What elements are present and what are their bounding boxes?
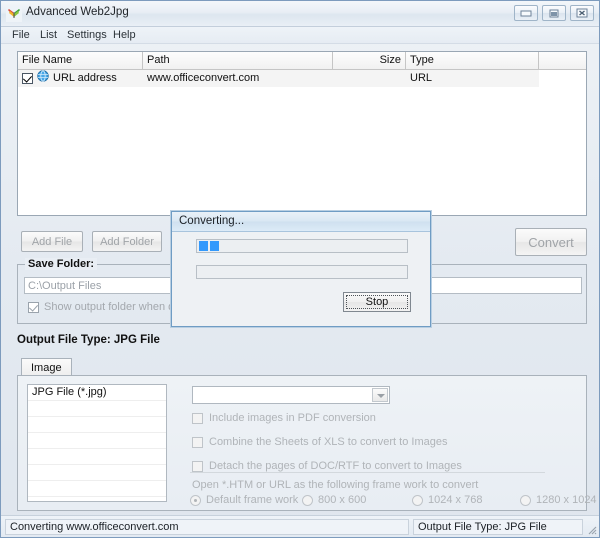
list-item-empty-2 — [28, 417, 166, 433]
add-folder-button[interactable]: Add Folder — [92, 231, 162, 252]
window-controls — [514, 5, 594, 21]
include-images-pdf-checkbox-box[interactable] — [192, 412, 203, 424]
add-file-button[interactable]: Add File — [21, 231, 83, 252]
close-button[interactable] — [570, 5, 594, 21]
tab-strip: Image — [21, 358, 587, 376]
radio-1024x768[interactable]: 1024 x 768 — [412, 494, 482, 506]
menu-bar: File List Settings Help — [1, 27, 599, 44]
convert-button[interactable]: Convert — [515, 228, 587, 256]
radio-default-frame-work[interactable]: Default frame work — [190, 494, 298, 506]
column-header-type[interactable]: Type — [406, 52, 539, 69]
status-bar-output-type: Output File Type: JPG File — [413, 519, 583, 535]
image-tab-panel: JPG File (*.jpg) Include images in PDF c… — [17, 375, 597, 511]
detach-doc-pages-label: Detach the pages of DOC/RTF to convert t… — [209, 460, 462, 472]
save-folder-legend: Save Folder: — [25, 258, 98, 270]
cell-spacer — [539, 70, 586, 87]
progress-bar-primary — [196, 239, 408, 253]
radio-800x600-label: 800 x 600 — [318, 494, 367, 506]
detach-doc-pages-checkbox-box[interactable] — [192, 460, 203, 472]
maximize-button[interactable] — [542, 5, 566, 21]
combine-xls-sheets-checkbox[interactable]: Combine the Sheets of XLS to convert to … — [192, 436, 447, 448]
progress-bar-secondary — [196, 265, 408, 279]
frame-work-label: Open *.HTM or URL as the following frame… — [192, 479, 479, 491]
radio-default-frame-work-label: Default frame work — [206, 494, 299, 506]
frame-work-radio-group: Default frame work 800 x 600 1024 x 768 … — [190, 494, 597, 508]
show-output-folder-checkbox[interactable]: Show output folder when done — [28, 301, 193, 313]
include-images-pdf-label: Include images in PDF conversion — [209, 412, 376, 424]
row-checkbox[interactable] — [22, 73, 33, 84]
column-header-path[interactable]: Path — [143, 52, 333, 69]
stop-button-label: Stop — [365, 296, 389, 308]
quality-combo-box[interactable] — [192, 386, 390, 404]
radio-1280x1024-label: 1280 x 1024 — [536, 494, 597, 506]
application-window: Advanced Web2Jpg File List Settings Help… — [0, 0, 600, 538]
output-file-type-label: Output File Type: JPG File — [17, 334, 160, 346]
globe-url-icon — [37, 70, 49, 87]
file-list[interactable]: File Name Path Size Type URL address www… — [17, 51, 587, 216]
list-item-empty-6 — [28, 481, 166, 497]
progress-block — [210, 241, 219, 251]
chevron-down-icon[interactable] — [372, 388, 388, 402]
window-title: Advanced Web2Jpg — [26, 6, 129, 18]
table-row[interactable]: URL address www.officeconvert.com URL — [18, 70, 586, 87]
list-item-empty-1 — [28, 401, 166, 417]
cell-type: URL — [410, 72, 433, 84]
radio-1280x1024[interactable]: 1280 x 1024 — [520, 494, 597, 506]
radio-1024x768-label: 1024 x 768 — [428, 494, 483, 506]
dialog-title-bar: Converting... — [172, 212, 430, 232]
menu-item-settings[interactable]: Settings — [62, 29, 112, 41]
radio-1280x1024-dot[interactable] — [520, 494, 531, 506]
dialog-title: Converting... — [179, 215, 245, 227]
show-output-folder-checkbox-box[interactable] — [28, 301, 39, 313]
minimize-button[interactable] — [514, 5, 538, 21]
output-type-list[interactable]: JPG File (*.jpg) — [27, 384, 167, 502]
tab-image[interactable]: Image — [21, 358, 72, 376]
list-item-empty-4 — [28, 449, 166, 465]
column-header-file-name[interactable]: File Name — [18, 52, 143, 69]
converting-dialog: Converting... Stop — [171, 211, 431, 327]
cell-path: www.officeconvert.com — [147, 72, 260, 84]
cell-file-name: URL address — [53, 72, 117, 84]
radio-800x600-dot[interactable] — [302, 494, 313, 506]
list-item[interactable]: JPG File (*.jpg) — [28, 385, 166, 401]
section-divider — [190, 472, 545, 473]
cell-size — [333, 70, 406, 87]
menu-item-help[interactable]: Help — [108, 29, 141, 41]
file-list-header: File Name Path Size Type — [18, 52, 586, 70]
radio-1024x768-dot[interactable] — [412, 494, 423, 506]
list-item-empty-3 — [28, 433, 166, 449]
resize-grip-icon[interactable] — [585, 523, 597, 535]
include-images-pdf-checkbox[interactable]: Include images in PDF conversion — [192, 412, 376, 424]
status-bar: Converting www.officeconvert.com Output … — [1, 515, 599, 537]
progress-block — [199, 241, 208, 251]
menu-item-file[interactable]: File — [7, 29, 35, 41]
menu-item-list[interactable]: List — [35, 29, 62, 41]
title-bar: Advanced Web2Jpg — [1, 1, 599, 27]
column-header-spacer — [539, 52, 586, 69]
list-item-empty-5 — [28, 465, 166, 481]
detach-doc-pages-checkbox[interactable]: Detach the pages of DOC/RTF to convert t… — [192, 460, 462, 472]
stop-button[interactable]: Stop — [343, 292, 411, 312]
combine-xls-sheets-checkbox-box[interactable] — [192, 436, 203, 448]
butterfly-app-icon — [6, 6, 22, 22]
column-header-size[interactable]: Size — [333, 52, 406, 69]
radio-800x600[interactable]: 800 x 600 — [302, 494, 366, 506]
radio-default-frame-work-dot[interactable] — [190, 494, 201, 506]
status-bar-message: Converting www.officeconvert.com — [5, 519, 409, 535]
combine-xls-sheets-label: Combine the Sheets of XLS to convert to … — [209, 436, 448, 448]
